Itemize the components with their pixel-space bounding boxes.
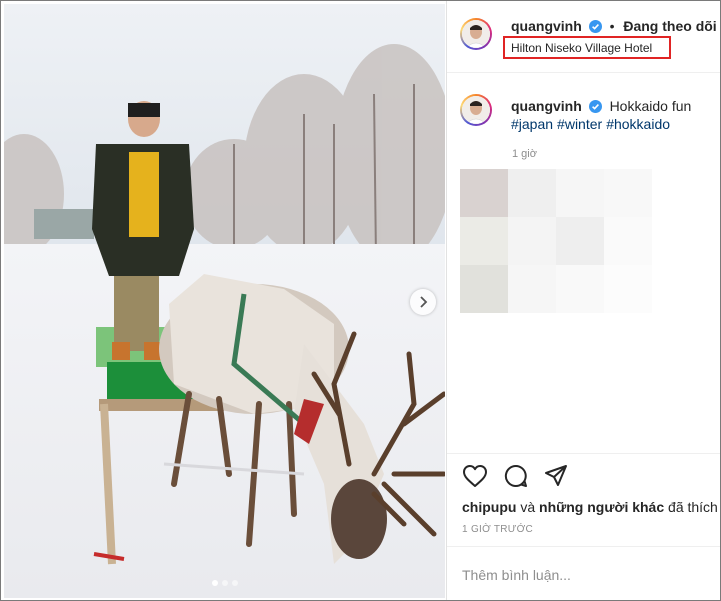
- next-photo-button[interactable]: [410, 289, 436, 315]
- header-username[interactable]: quangvinh: [511, 18, 582, 34]
- profile-photo-icon: [462, 20, 490, 48]
- post-window: quangvinh • Đang theo dõi Hilton Niseko …: [0, 0, 721, 601]
- likes-and: và: [520, 499, 536, 515]
- carousel-indicator: [4, 580, 445, 586]
- likes-others[interactable]: những người khác: [539, 499, 664, 515]
- action-bar: [462, 464, 568, 488]
- location-label[interactable]: Hilton Niseko Village Hotel: [503, 36, 671, 59]
- carousel-dot: [221, 580, 228, 586]
- header-separator: •: [609, 18, 615, 34]
- post-header: quangvinh • Đang theo dõi: [511, 18, 717, 34]
- send-icon[interactable]: [544, 464, 568, 488]
- profile-photo-icon: [462, 96, 490, 124]
- caption-text: Hokkaido fun: [609, 98, 692, 114]
- hashtag-link[interactable]: #hokkaido: [606, 116, 670, 132]
- header-avatar[interactable]: [460, 18, 492, 50]
- reindeer-sled-photo: [4, 4, 445, 598]
- actions-divider: [447, 453, 720, 454]
- post-photo[interactable]: [4, 4, 445, 598]
- post-caption: quangvinh Hokkaido fun #japan #winter #hok…: [511, 97, 711, 133]
- caption-username[interactable]: quangvinh: [511, 98, 582, 114]
- comment-icon[interactable]: [504, 464, 528, 488]
- header-divider: [447, 72, 720, 73]
- add-comment-input[interactable]: Thêm bình luận...: [462, 567, 571, 583]
- hashtag-link[interactable]: #japan: [511, 116, 553, 132]
- caption-hashtags: #japan #winter #hokkaido: [511, 115, 711, 133]
- likes-summary: chipupu và những người khác đã thích: [462, 499, 718, 515]
- heart-icon[interactable]: [462, 464, 488, 488]
- carousel-dot-active: [211, 580, 218, 586]
- liked-by-user[interactable]: chipupu: [462, 499, 516, 515]
- verified-badge-icon: [588, 20, 602, 33]
- carousel-dot: [231, 580, 238, 586]
- post-timestamp[interactable]: 1 GIỜ TRƯỚC: [462, 524, 533, 535]
- chevron-right-icon: [420, 296, 428, 308]
- comment-divider: [447, 546, 720, 547]
- location-text[interactable]: Hilton Niseko Village Hotel: [511, 41, 652, 55]
- likes-suffix: đã thích: [668, 499, 718, 515]
- caption-avatar[interactable]: [460, 94, 492, 126]
- following-status-button[interactable]: Đang theo dõi: [623, 18, 716, 34]
- verified-badge-icon: [588, 100, 602, 113]
- blurred-comments: [460, 169, 652, 313]
- hashtag-link[interactable]: #winter: [557, 116, 602, 132]
- caption-time: 1 giờ: [512, 148, 537, 160]
- pane-divider: [446, 1, 447, 600]
